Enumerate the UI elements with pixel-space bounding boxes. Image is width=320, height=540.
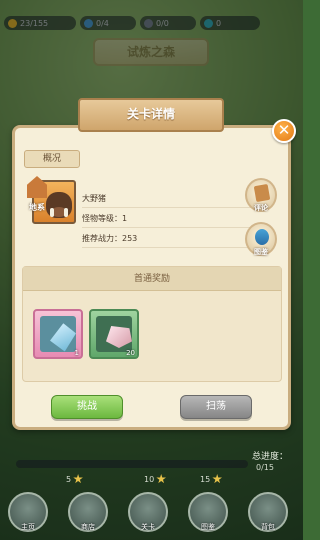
nav-label: 背包: [261, 523, 275, 531]
star-icon: [73, 474, 83, 484]
star-icon: [156, 474, 166, 484]
review-label: 评论: [254, 204, 268, 212]
crystal-icon: [48, 321, 78, 353]
review-button[interactable]: 评论: [245, 178, 277, 212]
reward-count: 20: [126, 349, 135, 357]
ore-icon: [106, 326, 132, 348]
milestone-count: 10: [144, 474, 155, 484]
progress-bar: [16, 460, 248, 468]
star-icon: [212, 474, 222, 484]
tusk-right: [64, 208, 68, 217]
album-button[interactable]: 图鉴: [245, 222, 277, 256]
progress-label: 总进度：: [252, 452, 289, 462]
reward-item[interactable]: 1: [33, 309, 83, 359]
nav-label: 图鉴: [201, 523, 215, 531]
recommended-power: 推荐战力：253: [82, 230, 258, 248]
milestone-count: 5: [66, 474, 72, 484]
reward-item[interactable]: 20: [89, 309, 139, 359]
milestone-5: 5: [66, 474, 83, 484]
dialog-title: 关卡详情: [78, 98, 224, 132]
monster-info: 地系 大野猪 怪物等级：1 推荐战力：253: [22, 172, 284, 262]
book-icon: [255, 229, 269, 245]
reward-frame: [96, 316, 132, 352]
nav-stages[interactable]: 关卡: [128, 492, 168, 532]
tusk-left: [50, 208, 54, 217]
nav-label: 主页: [21, 523, 35, 531]
reward-frame: [40, 316, 76, 352]
close-icon: ✕: [277, 121, 291, 139]
reward-count: 1: [74, 349, 79, 357]
bottom-nav: 主页 商店 关卡 图鉴 背包: [0, 490, 303, 540]
milestone-15: 15: [200, 474, 222, 484]
overview-tab[interactable]: 概况: [24, 150, 80, 168]
sweep-button[interactable]: 扫荡: [180, 395, 252, 419]
milestone-10: 10: [144, 474, 166, 484]
monster-level: 怪物等级：1: [82, 210, 258, 228]
monster-name: 大野猪: [82, 190, 258, 208]
rewards-header: 首通奖励: [23, 267, 281, 291]
milestone-count: 15: [200, 474, 211, 484]
progress-value: 0/15: [256, 463, 274, 472]
nav-label: 商店: [81, 523, 95, 531]
nav-label: 关卡: [141, 523, 155, 531]
scroll-icon: [253, 183, 271, 203]
nav-album[interactable]: 图鉴: [188, 492, 228, 532]
challenge-button[interactable]: 挑战: [51, 395, 123, 419]
album-label: 图鉴: [254, 248, 268, 256]
nav-shop[interactable]: 商店: [68, 492, 108, 532]
close-button[interactable]: ✕: [272, 119, 296, 143]
nav-home[interactable]: 主页: [8, 492, 48, 532]
first-clear-rewards: 首通奖励 1 20: [22, 266, 282, 382]
element-label: 地系: [29, 203, 45, 212]
nav-bag[interactable]: 背包: [248, 492, 288, 532]
